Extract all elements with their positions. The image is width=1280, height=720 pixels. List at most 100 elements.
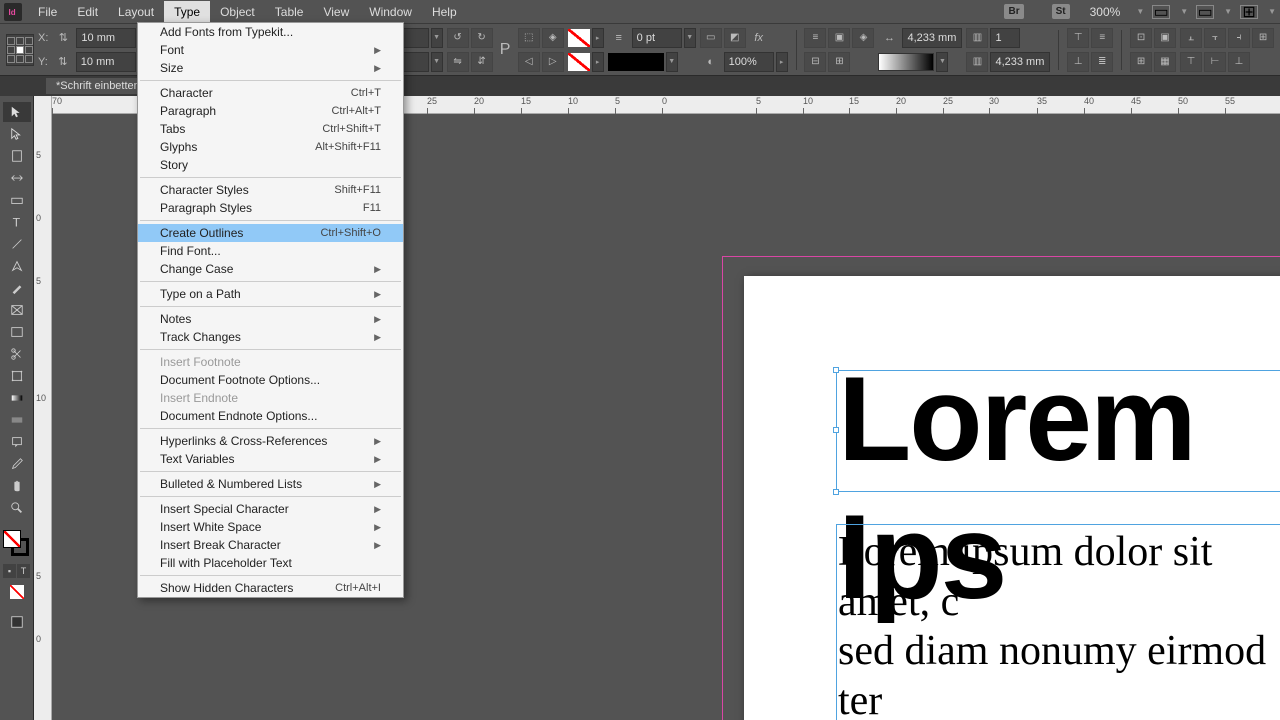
selection-tool[interactable] — [3, 102, 31, 122]
menu-file[interactable]: File — [28, 1, 67, 23]
menu-item-character-styles[interactable]: Character StylesShift+F11 — [138, 181, 403, 199]
columns-input[interactable] — [990, 28, 1020, 48]
stepper-icon[interactable]: ⇅ — [52, 51, 74, 73]
dropdown-icon[interactable]: ▼ — [431, 28, 443, 48]
fill-stroke-selector[interactable] — [3, 530, 29, 556]
menu-item-story[interactable]: Story — [138, 156, 403, 174]
align-bottom-button[interactable]: ⊥ — [1067, 52, 1089, 72]
tint-slider[interactable] — [878, 53, 934, 71]
wrap-column-button[interactable]: ⊞ — [828, 52, 850, 72]
menu-window[interactable]: Window — [359, 1, 422, 23]
menu-item-track-changes[interactable]: Track Changes▶ — [138, 328, 403, 346]
dropdown-icon[interactable]: ▼ — [936, 52, 948, 72]
view-mode-button[interactable] — [3, 612, 31, 632]
align-top-button[interactable]: ⊤ — [1067, 28, 1089, 48]
line-tool[interactable] — [3, 234, 31, 254]
align-vcenter-button[interactable]: ⊢ — [1204, 52, 1226, 72]
flip-h-button[interactable]: ⇋ — [447, 52, 469, 72]
justify-button[interactable]: ≣ — [1091, 52, 1113, 72]
menu-item-create-outlines[interactable]: Create OutlinesCtrl+Shift+O — [138, 224, 403, 242]
free-transform-tool[interactable] — [3, 366, 31, 386]
chevron-down-icon[interactable]: ▼ — [1224, 7, 1232, 16]
drop-shadow-button[interactable]: ◩ — [724, 28, 746, 48]
stock-badge[interactable]: St — [1052, 4, 1070, 19]
x-input[interactable] — [76, 28, 136, 48]
menu-item-hyperlinks-cross-references[interactable]: Hyperlinks & Cross-References▶ — [138, 432, 403, 450]
eyedropper-tool[interactable] — [3, 454, 31, 474]
menu-edit[interactable]: Edit — [67, 1, 108, 23]
align-right-button[interactable]: ⫞ — [1228, 28, 1250, 48]
fill-swatch[interactable] — [568, 29, 590, 47]
wrap-jump-button[interactable]: ⊟ — [804, 52, 826, 72]
apply-none-button[interactable] — [3, 582, 31, 602]
menu-item-document-endnote-options[interactable]: Document Endnote Options... — [138, 407, 403, 425]
menu-item-character[interactable]: CharacterCtrl+T — [138, 84, 403, 102]
wrap-shape-button[interactable]: ◈ — [852, 28, 874, 48]
menu-item-insert-special-character[interactable]: Insert Special Character▶ — [138, 500, 403, 518]
next-object-button[interactable]: ▷ — [542, 52, 564, 72]
menu-view[interactable]: View — [313, 1, 359, 23]
menu-item-bulleted-numbered-lists[interactable]: Bulleted & Numbered Lists▶ — [138, 475, 403, 493]
menu-object[interactable]: Object — [210, 1, 265, 23]
page-tool[interactable] — [3, 146, 31, 166]
menu-item-glyphs[interactable]: GlyphsAlt+Shift+F11 — [138, 138, 403, 156]
dropdown-icon[interactable]: ▸ — [592, 28, 604, 48]
view-mode-3-icon[interactable]: ⊞ — [1240, 5, 1258, 19]
flip-v-button[interactable]: ⇵ — [471, 52, 493, 72]
chevron-down-icon[interactable]: ▼ — [1180, 7, 1188, 16]
y-input[interactable] — [76, 52, 136, 72]
menu-item-change-case[interactable]: Change Case▶ — [138, 260, 403, 278]
fit-frame-button[interactable]: ▣ — [1154, 28, 1176, 48]
stroke-style-swatch[interactable] — [608, 53, 664, 71]
menu-item-insert-break-character[interactable]: Insert Break Character▶ — [138, 536, 403, 554]
content-collector-tool[interactable] — [3, 190, 31, 210]
dropdown-icon[interactable]: ▼ — [684, 28, 696, 48]
align-middle-button[interactable]: ≡ — [1091, 28, 1113, 48]
fit-content-button[interactable]: ⊡ — [1130, 28, 1152, 48]
gradient-swatch-tool[interactable] — [3, 388, 31, 408]
align-left-button[interactable]: ⫠ — [1180, 28, 1202, 48]
select-container-button[interactable]: ⬚ — [518, 28, 540, 48]
select-content-button[interactable]: ◈ — [542, 28, 564, 48]
opacity-input[interactable] — [724, 52, 774, 72]
rectangle-frame-tool[interactable] — [3, 300, 31, 320]
fill-frame-button[interactable]: ▦ — [1154, 52, 1176, 72]
menu-item-size[interactable]: Size▶ — [138, 59, 403, 77]
distribute-button[interactable]: ⊞ — [1252, 28, 1274, 48]
menu-item-add-fonts-from-typekit[interactable]: Add Fonts from Typekit... — [138, 23, 403, 41]
menu-item-paragraph-styles[interactable]: Paragraph StylesF11 — [138, 199, 403, 217]
note-tool[interactable] — [3, 432, 31, 452]
align-center-button[interactable]: ⫟ — [1204, 28, 1226, 48]
reference-point-selector[interactable] — [6, 34, 34, 66]
zoom-tool[interactable] — [3, 498, 31, 518]
stepper-icon[interactable]: ⇅ — [52, 27, 74, 49]
apply-text-button[interactable]: T — [17, 564, 30, 578]
gradient-feather-tool[interactable] — [3, 410, 31, 430]
center-content-button[interactable]: ⊞ — [1130, 52, 1152, 72]
direct-selection-tool[interactable] — [3, 124, 31, 144]
menu-item-find-font[interactable]: Find Font... — [138, 242, 403, 260]
menu-item-insert-white-space[interactable]: Insert White Space▶ — [138, 518, 403, 536]
pencil-tool[interactable] — [3, 278, 31, 298]
dropdown-icon[interactable]: ▸ — [776, 52, 788, 72]
menu-item-show-hidden-characters[interactable]: Show Hidden CharactersCtrl+Alt+I — [138, 579, 403, 597]
stroke-weight-input[interactable] — [632, 28, 682, 48]
align-top-edge-button[interactable]: ⊤ — [1180, 52, 1202, 72]
menu-item-text-variables[interactable]: Text Variables▶ — [138, 450, 403, 468]
wrap-none-button[interactable]: ≡ — [804, 28, 826, 48]
bridge-badge[interactable]: Br — [1004, 4, 1023, 19]
scissors-tool[interactable] — [3, 344, 31, 364]
prev-object-button[interactable]: ◁ — [518, 52, 540, 72]
align-bottom-edge-button[interactable]: ⊥ — [1228, 52, 1250, 72]
zoom-dropdown-icon[interactable]: ▼ — [1136, 7, 1144, 16]
wrap-bbox-button[interactable]: ▣ — [828, 28, 850, 48]
effects-button[interactable]: ▭ — [700, 28, 722, 48]
menu-type[interactable]: Type — [164, 1, 210, 23]
menu-item-paragraph[interactable]: ParagraphCtrl+Alt+T — [138, 102, 403, 120]
fx-icon[interactable]: fx — [748, 27, 770, 49]
hand-tool[interactable] — [3, 476, 31, 496]
rotate-ccw-button[interactable]: ↺ — [447, 28, 469, 48]
dropdown-icon[interactable]: ▸ — [592, 52, 604, 72]
width-input[interactable] — [902, 28, 962, 48]
menu-table[interactable]: Table — [265, 1, 314, 23]
